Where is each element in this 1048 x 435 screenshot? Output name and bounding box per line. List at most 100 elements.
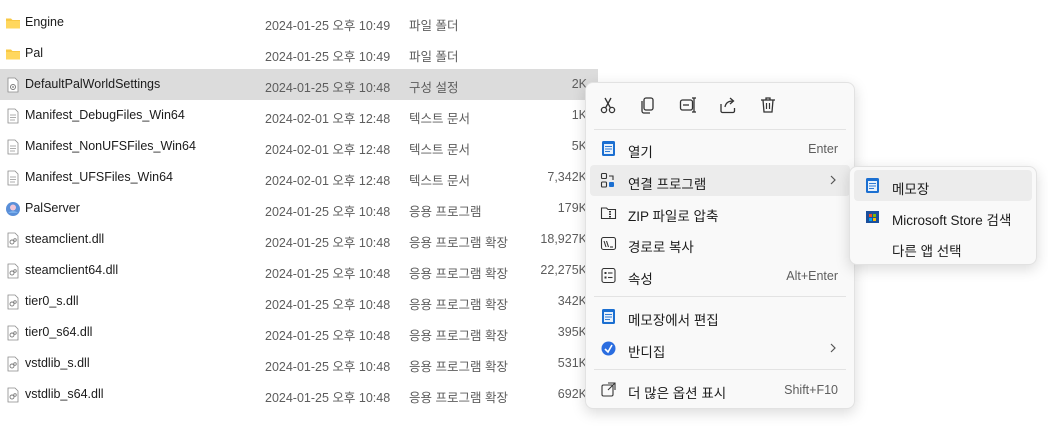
file-size: 18,927K [540, 232, 587, 246]
file-type: 텍스트 문서 [409, 112, 470, 126]
submenu-item-label: 메모장 [892, 182, 930, 197]
dll-file-icon [5, 325, 21, 341]
file-size: 342K [557, 294, 587, 308]
file-size: 692K [557, 387, 587, 401]
text-file-icon [5, 108, 21, 124]
chevron-right-icon [830, 343, 836, 353]
file-date: 2024-01-25 오후 10:48 [265, 391, 391, 405]
copy-icon [641, 97, 654, 114]
file-row[interactable]: DefaultPalWorldSettings 2024-01-25 오후 10:… [0, 69, 598, 100]
rename-button[interactable] [678, 95, 700, 117]
folder-icon [5, 46, 21, 62]
settings-file-icon [5, 77, 21, 93]
dll-file-icon [5, 263, 21, 279]
file-row[interactable]: Manifest_NonUFSFiles_Win64 2024-02-01 오후 … [0, 131, 600, 162]
file-row[interactable]: PalServer 2024-01-25 오후 10:48 응용 프로그램 179K [0, 193, 600, 224]
file-row[interactable]: tier0_s.dll 2024-01-25 오후 10:48 응용 프로그램 확장… [0, 286, 600, 317]
share-icon [720, 97, 736, 114]
file-name: vstdlib_s64.dll [25, 387, 104, 401]
file-date: 2024-02-01 오후 12:48 [265, 112, 391, 126]
file-row[interactable]: Manifest_DebugFiles_Win64 2024-02-01 오후 1… [0, 100, 600, 131]
menu-item-copy-path[interactable]: 경로로 복사 [590, 228, 850, 259]
context-menu-toolbar [586, 83, 854, 128]
file-date: 2024-01-25 오후 10:48 [265, 267, 391, 281]
dll-file-icon [5, 387, 21, 403]
file-date: 2024-01-25 오후 10:49 [265, 50, 391, 64]
chevron-right-icon [830, 175, 836, 185]
file-date: 2024-02-01 오후 12:48 [265, 174, 391, 188]
notepad-icon [602, 141, 615, 156]
file-type: 응용 프로그램 확장 [409, 267, 508, 281]
menu-item-shortcut: Alt+Enter [786, 269, 838, 283]
menu-item-shortcut: Shift+F10 [784, 383, 838, 397]
open-with-submenu: 메모장 Microsoft Store 검색 다른 앱 선택 [849, 166, 1037, 265]
file-name: vstdlib_s.dll [25, 356, 90, 370]
submenu-item-label: Microsoft Store 검색 [892, 213, 1012, 228]
file-name: steamclient64.dll [25, 263, 119, 277]
file-name: DefaultPalWorldSettings [25, 77, 161, 91]
context-menu: 열기 Enter 연결 프로그램 ZIP 파일로 압축 경로로 복사 속성 Al… [585, 82, 855, 409]
submenu-item-notepad[interactable]: 메모장 [854, 170, 1032, 201]
file-date: 2024-01-25 오후 10:48 [265, 205, 391, 219]
file-type: 구성 설정 [409, 81, 459, 95]
properties-icon [601, 267, 616, 284]
menu-item-bandizip[interactable]: 반디집 [590, 333, 850, 364]
file-row[interactable]: Manifest_UFSFiles_Win64 2024-02-01 오후 12:… [0, 162, 600, 193]
submenu-item-choose-app[interactable]: 다른 앱 선택 [854, 232, 1032, 263]
file-row[interactable]: vstdlib_s64.dll 2024-01-25 오후 10:48 응용 프로그… [0, 379, 600, 410]
more-options-icon [601, 382, 616, 397]
file-row[interactable]: Engine 2024-01-25 오후 10:49 파일 폴더 [0, 7, 600, 38]
file-size: 395K [557, 325, 587, 339]
file-row[interactable]: steamclient64.dll 2024-01-25 오후 10:48 응용 프… [0, 255, 600, 286]
file-date: 2024-01-25 오후 10:48 [265, 329, 391, 343]
cut-button[interactable] [598, 95, 620, 117]
file-type: 파일 폴더 [409, 19, 459, 33]
submenu-item-store[interactable]: Microsoft Store 검색 [854, 201, 1032, 232]
notepad-icon [866, 178, 879, 193]
submenu-item-label: 다른 앱 선택 [892, 244, 962, 259]
menu-item-more-options[interactable]: 더 많은 옵션 표시 Shift+F10 [590, 374, 850, 405]
file-row[interactable]: Pal 2024-01-25 오후 10:49 파일 폴더 [0, 38, 600, 69]
menu-item-properties[interactable]: 속성 Alt+Enter [590, 260, 850, 291]
menu-item-label: 더 많은 옵션 표시 [628, 386, 727, 401]
open-with-icon [600, 172, 614, 188]
menu-item-label: 메모장에서 편집 [628, 313, 719, 328]
file-date: 2024-01-25 오후 10:48 [265, 236, 391, 250]
delete-icon [761, 97, 775, 113]
file-type: 응용 프로그램 확장 [409, 236, 508, 250]
store-icon [866, 211, 879, 223]
file-type: 응용 프로그램 확장 [409, 329, 508, 343]
menu-item-open[interactable]: 열기 Enter [590, 133, 850, 164]
file-date: 2024-01-25 오후 10:49 [265, 19, 391, 33]
menu-separator [594, 296, 846, 297]
file-row[interactable]: tier0_s64.dll 2024-01-25 오후 10:48 응용 프로그램 … [0, 317, 600, 348]
file-row[interactable]: vstdlib_s.dll 2024-01-25 오후 10:48 응용 프로그램 … [0, 348, 600, 379]
file-size: 2K [571, 77, 587, 91]
file-size: 5K [571, 139, 587, 153]
delete-button[interactable] [758, 95, 780, 117]
menu-item-label: 속성 [628, 272, 653, 287]
file-name: Pal [25, 46, 44, 60]
rename-icon [679, 97, 696, 113]
copy-button[interactable] [638, 95, 660, 117]
file-row[interactable]: steamclient.dll 2024-01-25 오후 10:48 응용 프로그… [0, 224, 600, 255]
file-name: tier0_s.dll [25, 294, 79, 308]
file-name: Manifest_NonUFSFiles_Win64 [25, 139, 196, 153]
menu-item-compress-zip[interactable]: ZIP 파일로 압축 [590, 197, 850, 228]
file-name: tier0_s64.dll [25, 325, 93, 339]
folder-icon [5, 15, 21, 31]
file-name: Engine [25, 15, 64, 29]
menu-separator [594, 129, 846, 130]
file-type: 텍스트 문서 [409, 143, 470, 157]
share-button[interactable] [718, 95, 740, 117]
file-type: 응용 프로그램 [409, 205, 482, 219]
menu-item-edit-notepad[interactable]: 메모장에서 편집 [590, 301, 850, 332]
menu-item-open-with[interactable]: 연결 프로그램 [590, 165, 850, 196]
file-list: Engine 2024-01-25 오후 10:49 파일 폴더 Pal 2024-01… [0, 7, 600, 410]
zip-icon [600, 207, 617, 220]
dll-file-icon [5, 356, 21, 372]
file-size: 1K [571, 108, 587, 122]
dll-file-icon [5, 294, 21, 310]
menu-item-label: 연결 프로그램 [628, 177, 707, 192]
menu-item-label: ZIP 파일로 압축 [628, 209, 719, 224]
